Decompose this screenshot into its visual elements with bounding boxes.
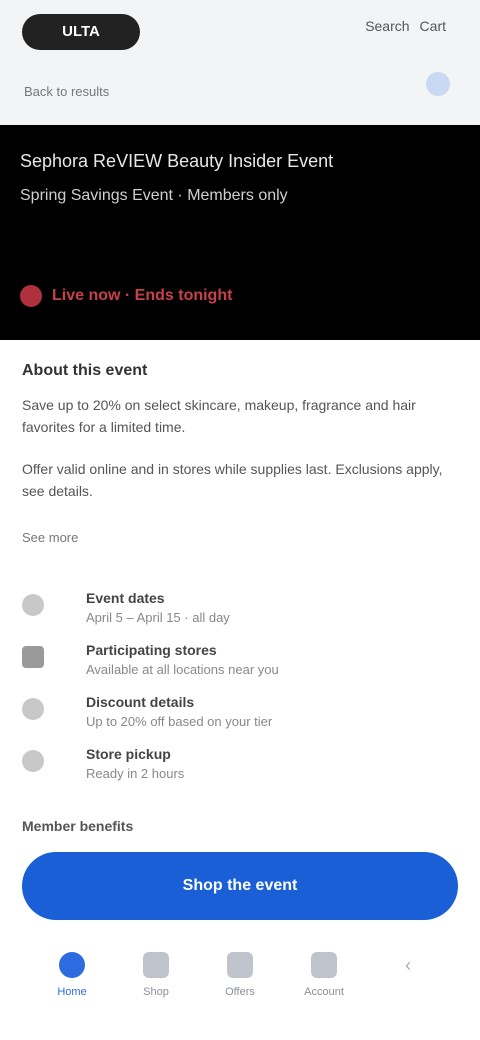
back-link[interactable]: Back to results (24, 84, 109, 99)
see-more-link[interactable]: See more (22, 530, 458, 545)
share-icon[interactable] (426, 72, 450, 96)
info-row-pickup[interactable]: Store pickup Ready in 2 hours (22, 744, 458, 796)
description-paragraph: Save up to 20% on select skincare, makeu… (22, 397, 416, 435)
tab-offers[interactable]: Offers (210, 952, 270, 1040)
shop-event-button[interactable]: Shop the event (22, 852, 458, 920)
pin-icon (22, 750, 44, 772)
info-list: Event dates April 5 – April 15 · all day… (22, 588, 458, 796)
info-subtitle: April 5 – April 15 · all day (86, 610, 230, 625)
user-icon (311, 952, 337, 978)
bottom-tab-bar: Home Shop Offers Account ‹ (0, 940, 480, 1040)
info-title: Store pickup (86, 746, 171, 762)
hero-title: Sephora ReVIEW Beauty Insider Event (20, 151, 334, 171)
hero-banner: Sephora ReVIEW Beauty Insider Event Spri… (0, 125, 480, 340)
section-title: About this event (22, 362, 148, 379)
info-subtitle: Available at all locations near you (86, 662, 279, 677)
brand-logo[interactable]: ULTA (22, 14, 140, 50)
info-title: Discount details (86, 694, 195, 710)
terms-paragraph: Offer valid online and in stores while s… (22, 461, 443, 499)
calendar-icon (22, 594, 44, 616)
chevron-left-icon: ‹ (405, 954, 411, 975)
tab-home[interactable]: Home (42, 952, 102, 1040)
tab-label: Offers (225, 986, 255, 998)
top-actions: Search Cart (365, 18, 446, 34)
cart-action[interactable]: Cart (420, 18, 446, 34)
tab-shop[interactable]: Shop (126, 952, 186, 1040)
info-title: Participating stores (86, 642, 217, 658)
live-label: Live now · Ends tonight (52, 287, 233, 304)
info-subtitle: Up to 20% off based on your tier (86, 714, 273, 729)
bag-icon (143, 952, 169, 978)
tab-label: Account (304, 986, 344, 998)
tag-icon (22, 698, 44, 720)
info-row-dates[interactable]: Event dates April 5 – April 15 · all day (22, 588, 458, 640)
tab-label: Home (57, 986, 87, 998)
live-badge: Live now · Ends tonight (20, 285, 232, 307)
home-icon (59, 952, 85, 978)
store-icon (22, 646, 44, 668)
live-dot-icon (20, 285, 42, 307)
info-row-stores[interactable]: Participating stores Available at all lo… (22, 640, 458, 692)
info-row-discount[interactable]: Discount details Up to 20% off based on … (22, 692, 458, 744)
benefits-heading: Member benefits (22, 818, 134, 834)
info-title: Event dates (86, 590, 165, 606)
hero-subtitle: Spring Savings Event · Members only (20, 187, 288, 204)
tag-icon (227, 952, 253, 978)
brand-logo-text: ULTA (62, 23, 100, 40)
event-description: About this event Save up to 20% on selec… (22, 362, 458, 545)
tab-account[interactable]: Account (294, 952, 354, 1040)
info-subtitle: Ready in 2 hours (86, 766, 185, 781)
top-bar: ULTA Search Cart Back to results (0, 0, 480, 125)
tab-more[interactable]: ‹ (378, 952, 438, 1040)
search-action[interactable]: Search (365, 18, 409, 34)
tab-label: Shop (143, 986, 169, 998)
